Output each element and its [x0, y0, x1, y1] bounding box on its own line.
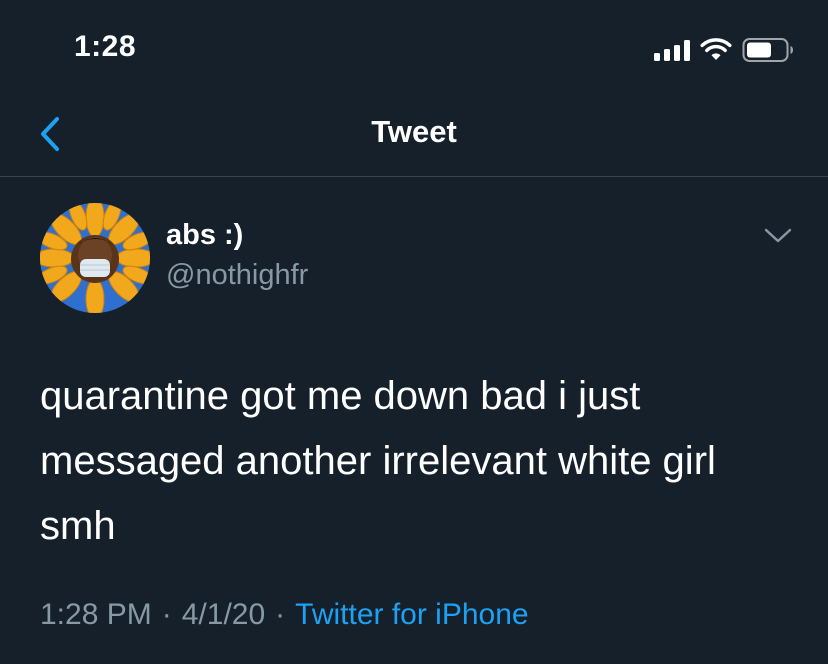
avatar[interactable]: [40, 203, 150, 313]
tweet-text: quarantine got me down bad i just messag…: [40, 374, 716, 548]
chevron-down-icon: [764, 228, 792, 243]
page-title: Tweet: [371, 114, 457, 149]
author-handle[interactable]: @nothighfr: [166, 259, 308, 292]
battery-icon: [742, 37, 794, 63]
tweet-time: 1:28 PM: [40, 598, 152, 631]
tweet-date: 4/1/20: [181, 598, 266, 631]
status-icons: [654, 36, 794, 64]
wifi-icon: [700, 38, 732, 62]
nav-bar: Tweet: [0, 90, 828, 177]
tweet: abs :) @nothighfr quarantine got me down…: [0, 177, 828, 664]
status-bar: 1:28: [0, 0, 828, 90]
meta-separator: ·: [161, 598, 172, 631]
tweet-meta: 1:28 PM · 4/1/20 · Twitter for iPhone: [40, 598, 529, 632]
signal-icon: [654, 39, 690, 61]
tweet-options-button[interactable]: [762, 223, 794, 247]
sunflower-avatar-icon: [40, 203, 150, 313]
tweet-source-link[interactable]: Twitter for iPhone: [295, 598, 528, 632]
author-name[interactable]: abs :): [166, 219, 243, 252]
status-time: 1:28: [74, 30, 137, 63]
tweet-screen: 1:28 Tweet abs:) @nothighfr quarantine …: [0, 0, 828, 664]
meta-separator: ·: [275, 598, 286, 631]
